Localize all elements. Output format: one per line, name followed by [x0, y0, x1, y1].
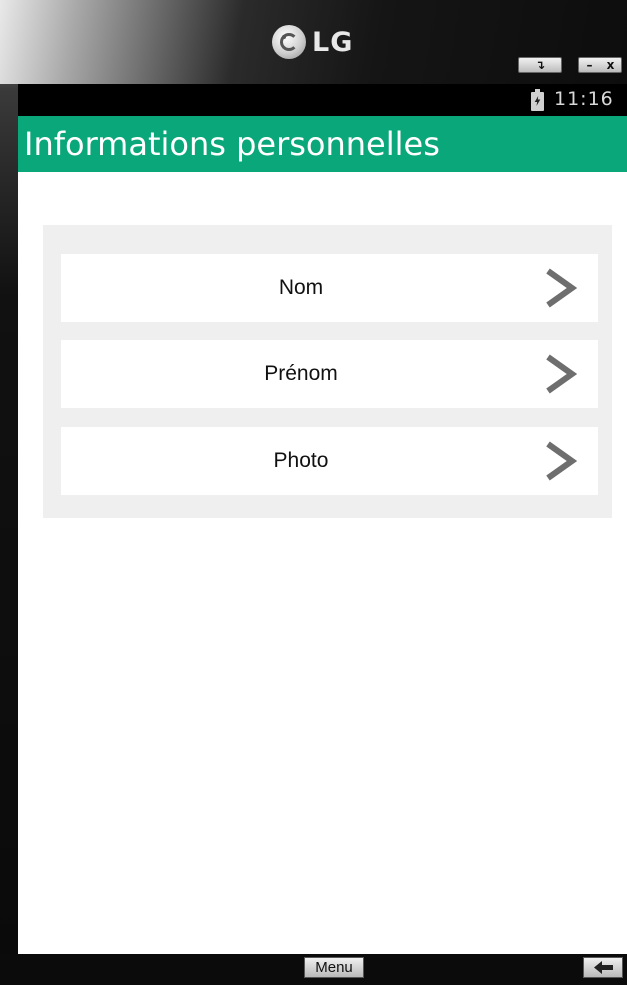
minimize-icon[interactable]: –	[579, 58, 600, 72]
app-bar: Informations personnelles	[18, 116, 627, 172]
status-clock: 11:16	[554, 88, 614, 110]
menu-button[interactable]: Menu	[304, 957, 364, 978]
back-button[interactable]	[583, 957, 623, 978]
window-controls: – x	[578, 57, 622, 73]
chevron-right-icon	[540, 268, 580, 308]
emulator-bottombar: Menu	[0, 954, 627, 985]
back-arrow-icon	[594, 961, 613, 974]
battery-charging-icon	[531, 89, 544, 111]
list-item-label: Prénom	[264, 362, 338, 385]
list-item-photo[interactable]: Photo	[61, 427, 598, 495]
list-item-nom[interactable]: Nom	[61, 254, 598, 322]
brand: LG	[272, 24, 353, 60]
status-bar: 11:16	[18, 84, 627, 116]
emulator-frame: LG ↴ – x 11:16 Informations personnelles…	[0, 0, 627, 985]
list-item-label: Photo	[273, 449, 329, 472]
list-item-label: Nom	[278, 276, 324, 299]
chevron-right-icon	[540, 441, 580, 481]
device-screen: 11:16 Informations personnelles Nom Prén…	[18, 84, 627, 954]
close-icon[interactable]: x	[600, 58, 621, 72]
rotate-icon: ↴	[534, 58, 546, 72]
brand-text: LG	[312, 26, 354, 58]
page-title: Informations personnelles	[24, 125, 440, 163]
list-item-prenom[interactable]: Prénom	[61, 340, 598, 408]
list-panel: Nom Prénom Photo	[43, 225, 612, 518]
chevron-right-icon	[540, 354, 580, 394]
rotate-button[interactable]: ↴	[518, 57, 562, 73]
emulator-titlebar: LG ↴ – x	[0, 0, 627, 84]
lg-logo-icon	[272, 25, 306, 59]
